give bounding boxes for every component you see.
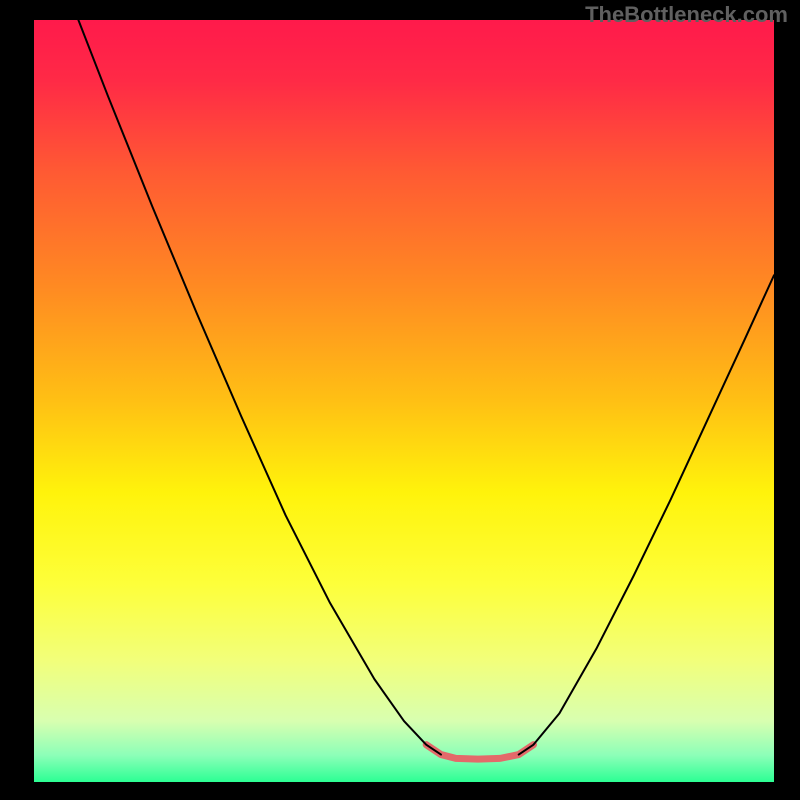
chart-frame: TheBottleneck.com	[0, 0, 800, 800]
plot-area	[34, 20, 774, 782]
chart-background	[34, 20, 774, 782]
chart-svg	[34, 20, 774, 782]
watermark-text: TheBottleneck.com	[585, 4, 788, 26]
